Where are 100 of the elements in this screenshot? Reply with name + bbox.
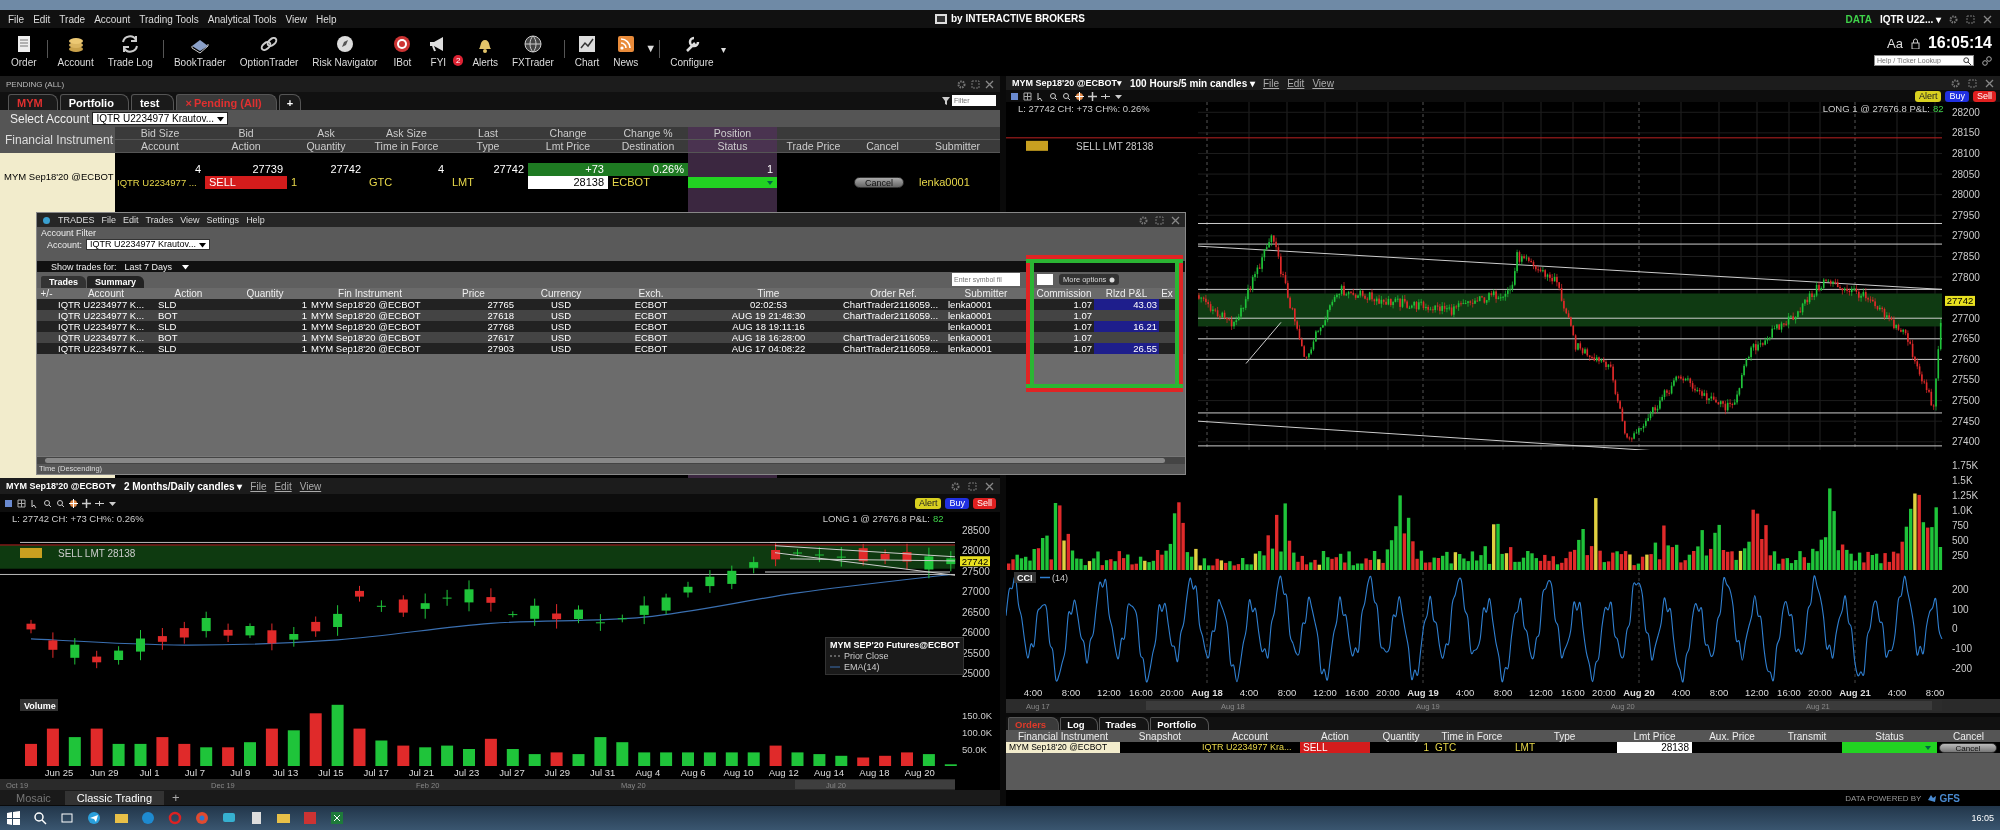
- toolbar-button[interactable]: Trade Log: [100, 34, 160, 68]
- column-header: Financial Instrument: [1006, 731, 1120, 743]
- column-header: Account: [1200, 731, 1300, 743]
- column-header: Time in Force: [365, 140, 448, 153]
- toolbar-button[interactable]: OptionTrader: [232, 34, 306, 68]
- table-cell: AUG 18 19:11:16: [696, 321, 841, 332]
- table-cell-text: 27739: [251, 163, 284, 176]
- symbol-selector[interactable]: MYM Sep18'20 @ECBOT▾: [6, 481, 116, 491]
- panel-tab[interactable]: test: [130, 94, 175, 110]
- toolbar-button[interactable]: Alerts: [465, 34, 505, 68]
- toolbar-button[interactable]: Chart: [567, 34, 607, 68]
- toolbar-button[interactable]: BookTrader: [166, 34, 233, 68]
- toolbar-button[interactable]: IBot: [384, 34, 421, 68]
- timeframe-selector[interactable]: 100 Hours/5 min candles ▾: [1129, 77, 1255, 89]
- menu-item[interactable]: Edit: [274, 480, 292, 492]
- time-axis-label: 16:00: [1129, 687, 1153, 699]
- column-header: Exch.: [606, 288, 696, 299]
- menu-item[interactable]: Edit: [1287, 77, 1305, 89]
- table-cell: ECBOT: [606, 321, 696, 332]
- column-header: Snapshot: [1120, 731, 1200, 743]
- table-cell: 02:02:53: [696, 299, 841, 310]
- period-dropdown[interactable]: Last 7 Days: [124, 261, 190, 272]
- account-dropdown[interactable]: IQTR U2234977 Krautov...: [92, 112, 229, 125]
- table-cell-text: 27742: [329, 163, 362, 176]
- panel-tab[interactable]: Log: [1060, 717, 1098, 731]
- account-selector[interactable]: IQTR U22... ▾: [1879, 13, 1941, 25]
- volume-axis-label: 750: [1952, 520, 1969, 531]
- table-cell: LMT: [1512, 742, 1617, 754]
- add-tab-button[interactable]: +: [278, 94, 302, 110]
- tab[interactable]: Trades: [41, 276, 87, 288]
- table-cell: 27903: [431, 343, 516, 354]
- legend-title: MYM SEP'20 Futures@ECBOT: [830, 640, 960, 650]
- alert-button[interactable]: Alert: [914, 497, 942, 509]
- account-dropdown[interactable]: IQTR U2234977 Krautov...: [86, 239, 210, 250]
- panel-tab[interactable]: Portfolio: [1150, 717, 1210, 731]
- price-axis-label: 25000: [962, 668, 990, 680]
- column-header: Lmt Price: [528, 140, 608, 153]
- toolbar-button[interactable]: Risk Navigator: [305, 34, 385, 68]
- price-axis-label: 27600: [1952, 354, 1980, 366]
- table-cell-text: 1: [290, 176, 299, 189]
- menu-item[interactable]: Trades: [145, 215, 174, 225]
- toolbar-button[interactable]: Configure: [663, 34, 721, 68]
- menu-item[interactable]: Help: [316, 14, 337, 25]
- menu-item[interactable]: Edit: [33, 14, 51, 25]
- column-header: Cancel: [850, 140, 915, 153]
- table-cell-text: 4: [193, 163, 202, 176]
- toolbar-button[interactable]: Order: [4, 34, 44, 68]
- menu-item[interactable]: Account: [94, 14, 131, 25]
- alert-button[interactable]: Alert: [1914, 90, 1942, 102]
- menu-item[interactable]: View: [180, 215, 200, 225]
- menu-item[interactable]: File: [250, 480, 267, 492]
- workspace-tab[interactable]: Classic Trading: [64, 791, 165, 805]
- toolbar-button[interactable]: FXTrader: [504, 34, 561, 68]
- cancel-button[interactable]: Cancel: [854, 177, 904, 188]
- tab[interactable]: Summary: [87, 276, 145, 288]
- table-cell: SELL: [205, 176, 287, 189]
- column-header: Currency: [516, 288, 606, 299]
- buy-button[interactable]: Buy: [945, 497, 969, 509]
- toolbar-button[interactable]: News: [606, 34, 646, 68]
- price-axis-label: 27950: [1952, 210, 1980, 222]
- caret-icon[interactable]: ▾: [720, 44, 726, 55]
- panel-tab[interactable]: MYM: [8, 94, 58, 110]
- table-cell: IQTR U2234977 Kra...: [1200, 742, 1300, 754]
- add-tab-button[interactable]: +: [166, 790, 186, 805]
- menu-item[interactable]: View: [299, 480, 322, 492]
- price-axis-label: 27500: [962, 565, 990, 577]
- taskbar-clock: 16:05: [1971, 813, 1994, 823]
- menu-item[interactable]: Settings: [206, 215, 240, 225]
- panel-tab[interactable]: Trades: [1098, 717, 1150, 731]
- sell-button[interactable]: Sell: [973, 497, 996, 509]
- panel-title: PENDING (ALL): [6, 79, 65, 89]
- table-cell-text: lenka0001: [918, 176, 971, 189]
- menu-item[interactable]: View: [285, 14, 307, 25]
- menu-item[interactable]: View: [1312, 77, 1334, 89]
- price-axis-label: 28000: [962, 545, 990, 557]
- table-cell: lenka0001: [946, 321, 1026, 332]
- menu-item[interactable]: Help: [246, 215, 265, 225]
- menu-item[interactable]: File: [1263, 77, 1280, 89]
- table-cell: SELL: [1300, 742, 1370, 754]
- column-header: Commission: [1034, 288, 1094, 299]
- font-size-button[interactable]: Aa: [1887, 35, 1903, 51]
- toolbar-button[interactable]: FYI 2: [420, 34, 466, 68]
- menu-item[interactable]: Edit: [123, 215, 139, 225]
- symbol-selector[interactable]: MYM Sep18'20 @ECBOT▾: [1012, 78, 1122, 89]
- timeframe-selector[interactable]: 2 Months/Daily candles ▾: [123, 480, 243, 492]
- date-axis-label: Jul 9: [230, 767, 251, 778]
- date-axis-label: Jul 21: [408, 767, 435, 778]
- table-cell: USD: [516, 310, 606, 321]
- menu-item[interactable]: Analytical Tools: [207, 14, 277, 25]
- menu-item[interactable]: File: [101, 215, 117, 225]
- price-axis-label: 27450: [1952, 416, 1980, 428]
- more-dropdown[interactable]: ▼: [645, 42, 657, 54]
- toolbar-button[interactable]: Account: [50, 34, 101, 68]
- price-axis-label: 27550: [1952, 374, 1980, 386]
- menu-item[interactable]: Trading Tools: [139, 14, 199, 25]
- menu-item[interactable]: Trade: [59, 14, 86, 25]
- sell-button[interactable]: Sell: [1973, 90, 1996, 102]
- panel-tab[interactable]: Portfolio: [59, 94, 129, 110]
- buy-button[interactable]: Buy: [1945, 90, 1969, 102]
- menu-item[interactable]: File: [8, 14, 25, 25]
